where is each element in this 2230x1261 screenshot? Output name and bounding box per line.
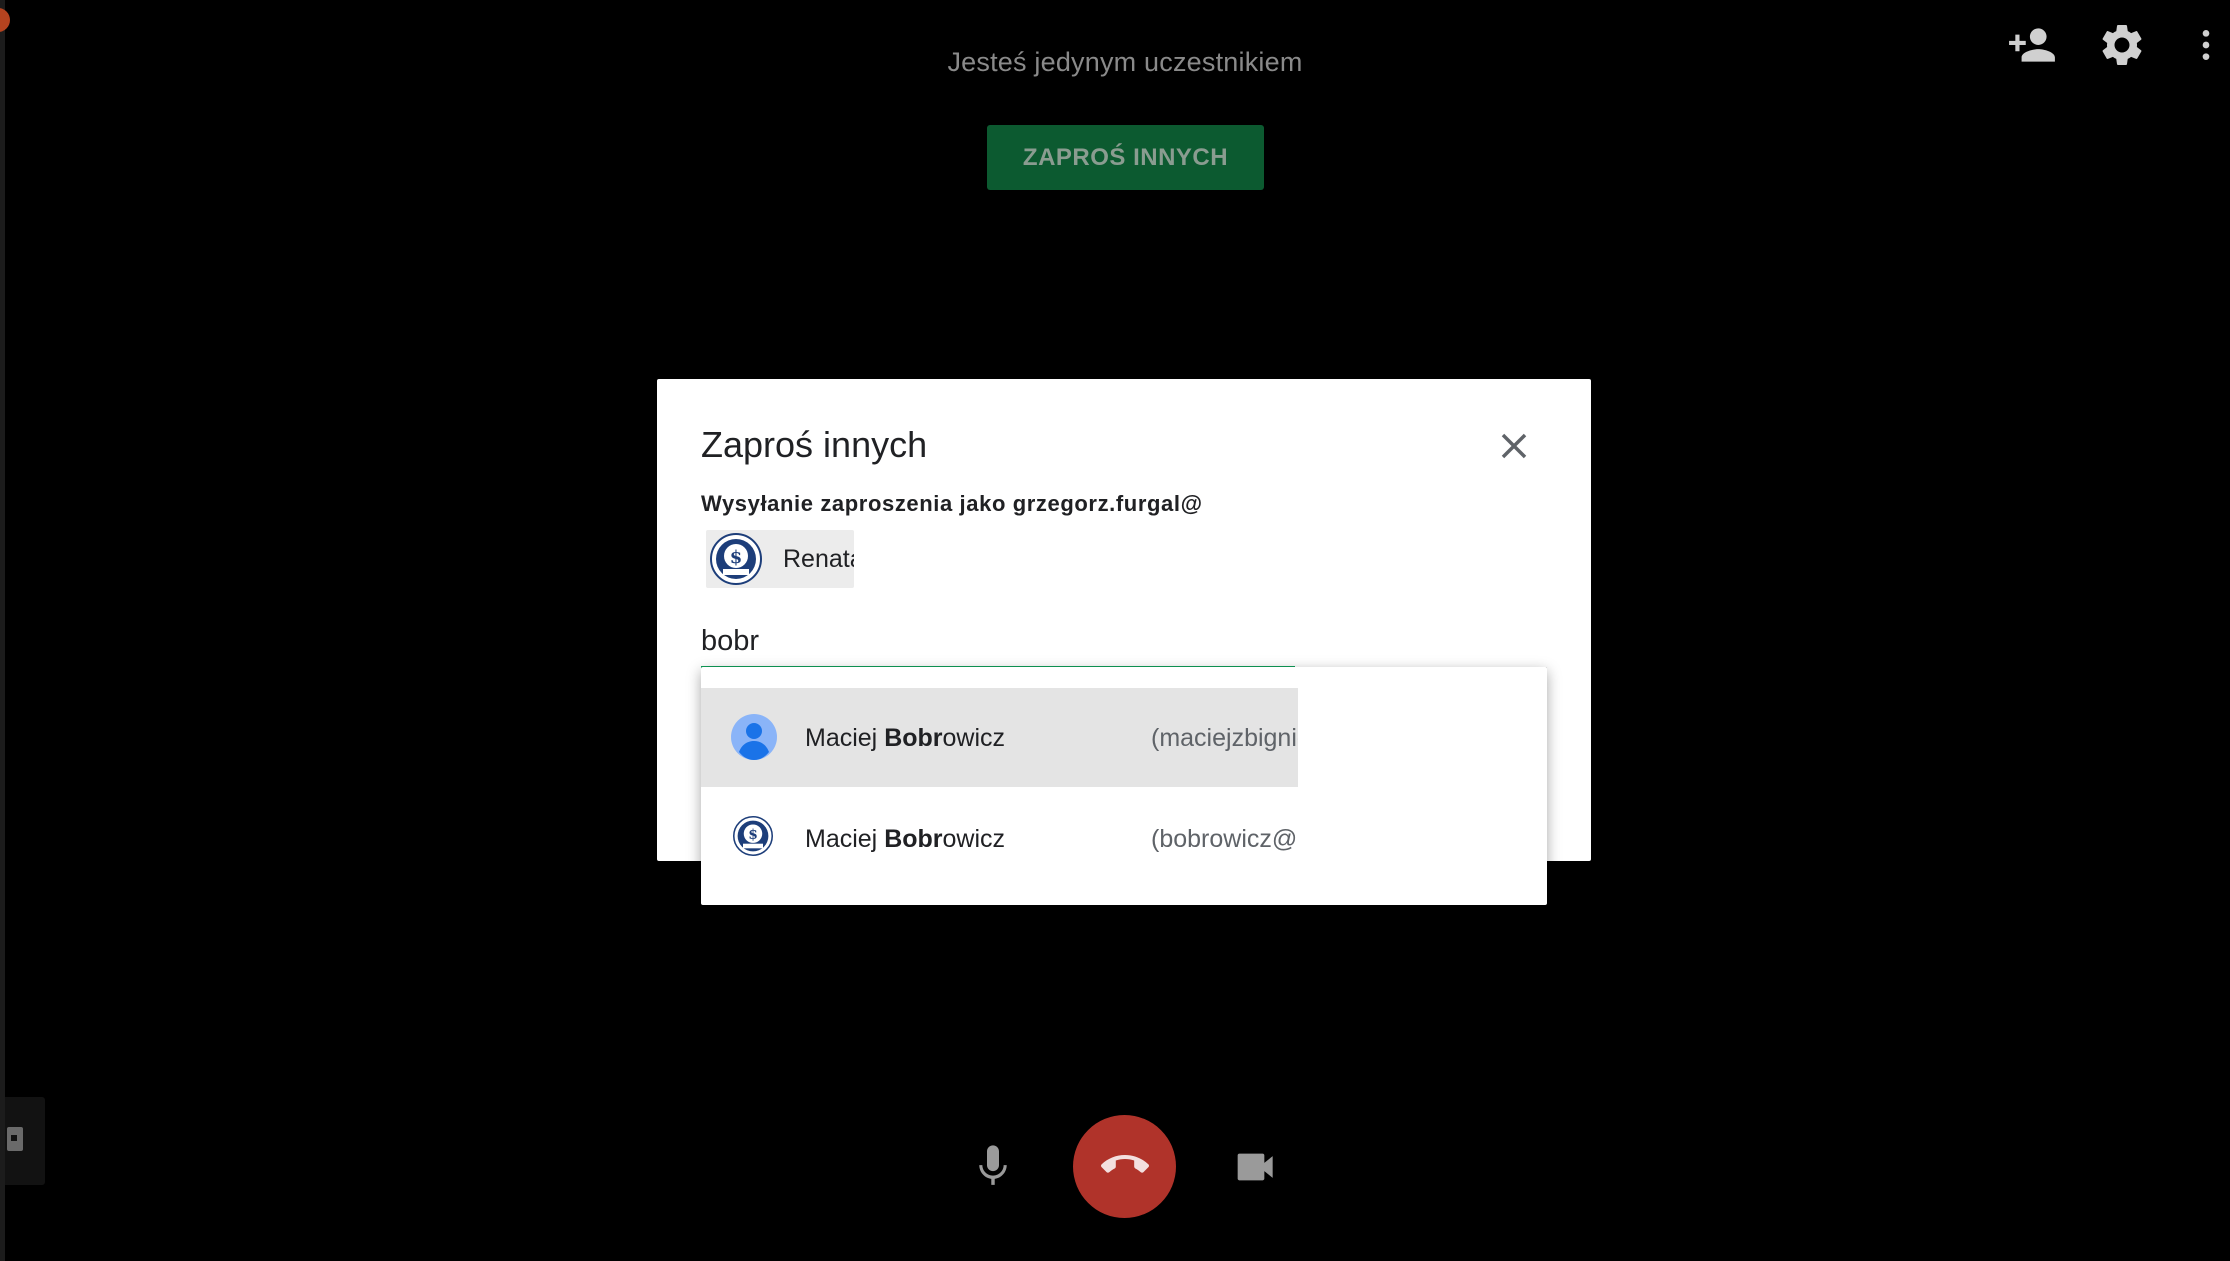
invite-others-button[interactable]: ZAPROŚ INNYCH	[987, 125, 1264, 190]
suggestion-item[interactable]: Maciej Bobrowicz (maciejzbigniew	[701, 688, 1298, 787]
suggestion-email: (maciejzbigniew	[1151, 724, 1298, 752]
organization-logo: $	[733, 816, 773, 856]
suggestions-dropdown: Maciej Bobrowicz (maciejzbigniew $ Macie…	[701, 667, 1547, 905]
microphone-icon[interactable]	[972, 1142, 1014, 1190]
more-vert-icon[interactable]	[2186, 20, 2226, 70]
svg-text:$: $	[748, 827, 758, 843]
suggestion-item[interactable]: $ Maciej Bobrowicz (bobrowicz@	[701, 787, 1298, 886]
meeting-screen: Jesteś jedynym uczestnikiem ZAPROŚ INNYC…	[0, 0, 2230, 1261]
search-input[interactable]	[701, 617, 1291, 665]
chip-label: Renata	[783, 545, 854, 573]
camera-icon[interactable]	[1236, 1151, 1276, 1183]
suggestion-name: Maciej Bobrowicz	[805, 724, 1006, 752]
sending-as-text: Wysyłanie zaproszenia jako grzegorz.furg…	[701, 491, 1203, 516]
end-call-icon	[1101, 1155, 1149, 1173]
meeting-status: Jesteś jedynym uczestnikiem	[947, 47, 1303, 77]
person-icon	[731, 714, 777, 760]
gear-icon[interactable]	[2097, 20, 2147, 70]
suggestion-email: (bobrowicz@	[1151, 825, 1298, 853]
end-call-button[interactable]	[1073, 1115, 1176, 1218]
close-icon[interactable]	[1493, 425, 1535, 467]
organization-logo: $	[710, 533, 762, 585]
side-panel-tab[interactable]	[5, 1097, 45, 1185]
recipient-chip[interactable]: $ Renata	[706, 530, 854, 588]
add-person-icon[interactable]	[2004, 20, 2060, 70]
dialog-title: Zaproś innych	[701, 424, 928, 465]
suggestion-name: Maciej Bobrowicz	[805, 825, 1006, 853]
panel-icon	[7, 1127, 23, 1151]
window-edge	[0, 0, 5, 1261]
svg-text:$: $	[730, 547, 743, 568]
edge-indicator	[0, 8, 10, 32]
